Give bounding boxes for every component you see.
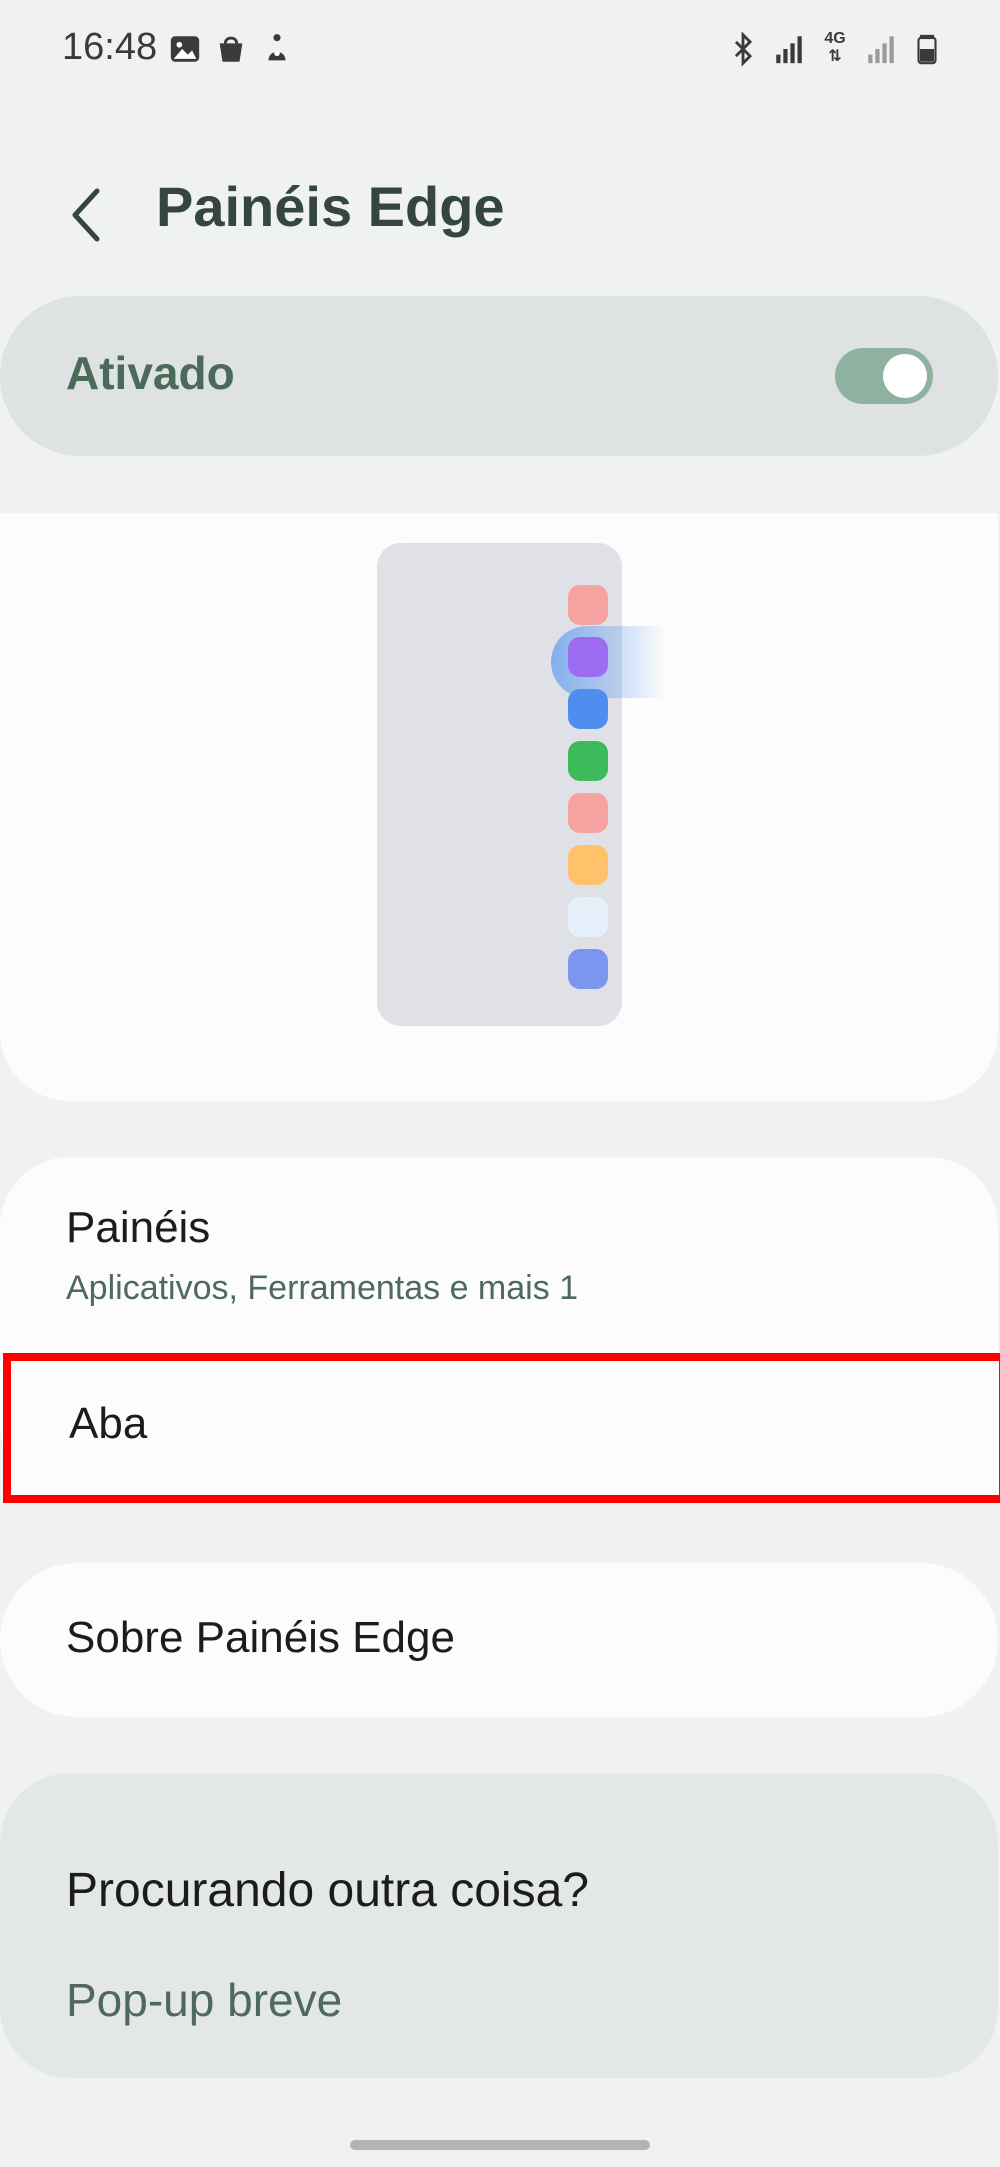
preview-app-icon xyxy=(568,637,608,677)
suggestions-title: Procurando outra coisa? xyxy=(66,1864,589,1917)
preview-app-icon xyxy=(568,793,608,833)
suggestions-card: Procurando outra coisa? Pop-up breve xyxy=(0,1773,998,2078)
about-title: Sobre Painéis Edge xyxy=(66,1613,455,1662)
preview-app-icon xyxy=(568,845,608,885)
signal-icon xyxy=(776,36,802,64)
status-bar: 16:48 4G ⇅ xyxy=(0,0,1000,100)
home-indicator[interactable] xyxy=(350,2140,650,2150)
preview-app-icon xyxy=(568,689,608,729)
status-time: 16:48 xyxy=(62,26,158,68)
panels-title: Painéis xyxy=(66,1203,211,1252)
tab-title: Aba xyxy=(69,1399,148,1448)
4g-icon: 4G ⇅ xyxy=(824,30,846,65)
shopping-bag-icon xyxy=(219,36,243,62)
settings-group: Painéis Aplicativos, Ferramentas e mais … xyxy=(0,1157,1000,1503)
preview-app-icon xyxy=(568,897,608,937)
chevron-left-icon xyxy=(72,188,100,242)
bluetooth-icon xyxy=(734,31,753,67)
preview-app-icon xyxy=(568,949,608,989)
master-switch-row[interactable]: Ativado xyxy=(0,296,998,456)
tab-setting-row[interactable]: Aba xyxy=(3,1353,1000,1503)
master-switch-label: Ativado xyxy=(66,347,235,399)
back-button[interactable] xyxy=(52,180,122,250)
edge-panel-preview xyxy=(0,513,998,1101)
preview-app-icon xyxy=(568,741,608,781)
battery-icon xyxy=(917,34,937,65)
panels-subtitle: Aplicativos, Ferramentas e mais 1 xyxy=(66,1269,579,1307)
signal-icon xyxy=(868,36,894,64)
network-label: 4G xyxy=(824,30,846,47)
preview-app-icon xyxy=(568,585,608,625)
accessibility-icon xyxy=(268,34,286,61)
gallery-icon xyxy=(170,36,200,62)
suggestion-link[interactable]: Pop-up breve xyxy=(66,1973,342,2027)
header: Painéis Edge xyxy=(0,160,1000,260)
page-title: Painéis Edge xyxy=(156,175,505,238)
master-switch[interactable] xyxy=(835,348,933,404)
switch-knob xyxy=(883,354,927,398)
about-edge-panels-row[interactable]: Sobre Painéis Edge xyxy=(0,1563,998,1717)
panels-setting-row[interactable]: Painéis Aplicativos, Ferramentas e mais … xyxy=(0,1157,998,1352)
